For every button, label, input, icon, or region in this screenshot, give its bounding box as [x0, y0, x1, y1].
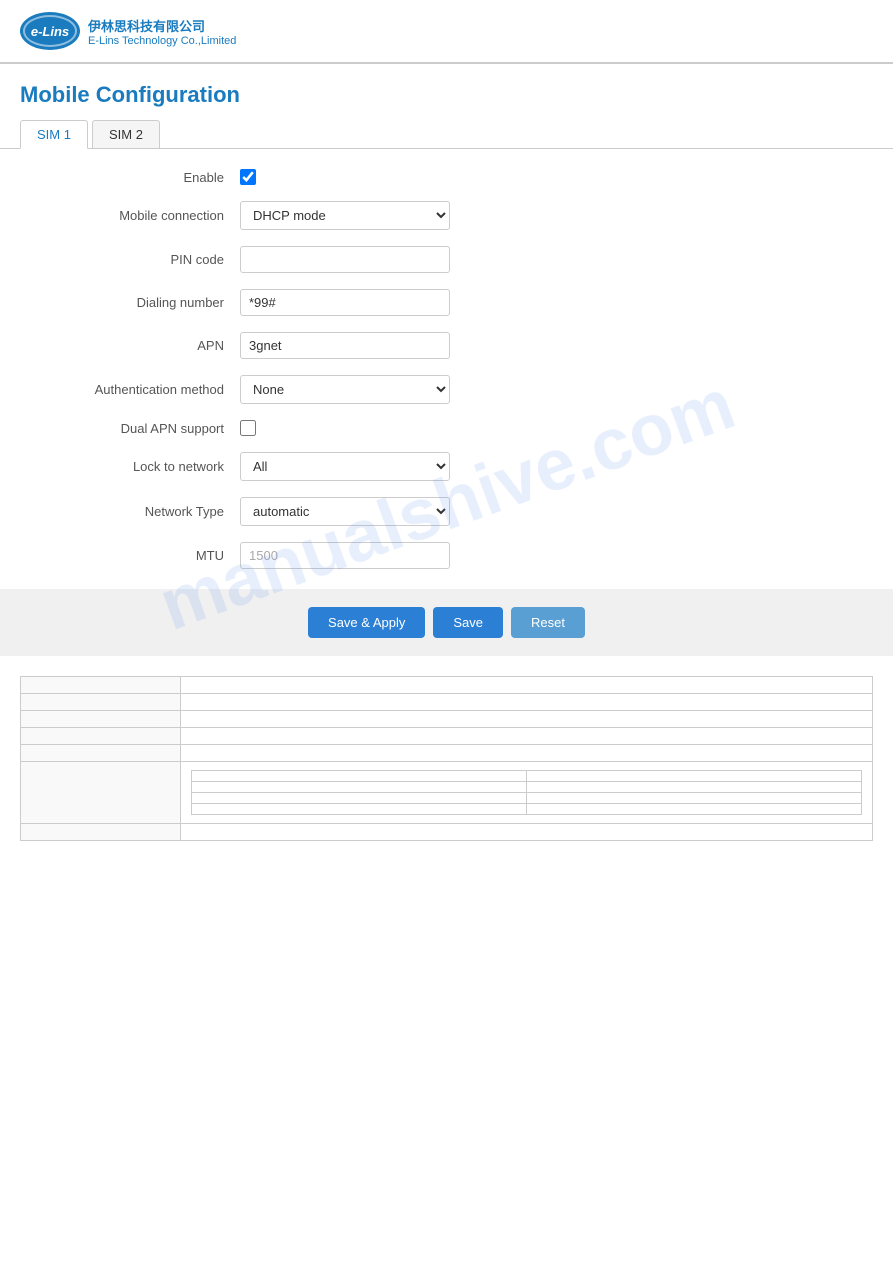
- lock-network-select[interactable]: All 2G 3G 4G: [240, 452, 450, 481]
- table-cell-label: [21, 711, 181, 728]
- enable-checkbox-wrapper: [240, 169, 450, 185]
- table-row: [21, 762, 873, 824]
- table-cell-value: [181, 745, 873, 762]
- table-cell-value: [181, 711, 873, 728]
- nested-cell: [527, 782, 862, 793]
- network-type-select[interactable]: automatic manual: [240, 497, 450, 526]
- form-row-auth: Authentication method None PAP CHAP PAP/…: [20, 375, 873, 404]
- nested-cell: [192, 804, 527, 815]
- table-row: [21, 711, 873, 728]
- pin-code-control: [240, 246, 450, 273]
- network-type-label: Network Type: [20, 504, 240, 519]
- dual-apn-checkbox[interactable]: [240, 420, 256, 436]
- network-type-control: automatic manual: [240, 497, 450, 526]
- action-bar: Save & Apply Save Reset: [0, 589, 893, 656]
- dual-apn-label: Dual APN support: [20, 421, 240, 436]
- mobile-connection-label: Mobile connection: [20, 208, 240, 223]
- auth-method-control: None PAP CHAP PAP/CHAP: [240, 375, 450, 404]
- tab-sim2[interactable]: SIM 2: [92, 120, 160, 148]
- dialing-number-control: [240, 289, 450, 316]
- table-cell-value: [181, 824, 873, 841]
- table-cell-label: [21, 728, 181, 745]
- nested-cell: [527, 771, 862, 782]
- table-cell-value: [181, 762, 873, 824]
- apn-input[interactable]: [240, 332, 450, 359]
- mtu-input[interactable]: [240, 542, 450, 569]
- auth-method-label: Authentication method: [20, 382, 240, 397]
- table-cell-value: [181, 677, 873, 694]
- tabs-container: SIM 1 SIM 2: [0, 120, 893, 149]
- logo: e-Lins 伊林思科技有限公司 E-Lins Technology Co.,L…: [20, 12, 236, 50]
- table-row: [21, 824, 873, 841]
- form-row-mobile-connection: Mobile connection DHCP mode Static mode …: [20, 201, 873, 230]
- company-name: 伊林思科技有限公司 E-Lins Technology Co.,Limited: [88, 16, 236, 47]
- save-button[interactable]: Save: [433, 607, 503, 638]
- form-row-network-type: Network Type automatic manual: [20, 497, 873, 526]
- table-cell-label: [21, 694, 181, 711]
- table-row: [21, 745, 873, 762]
- table-cell-label: [21, 677, 181, 694]
- enable-checkbox[interactable]: [240, 169, 256, 185]
- tab-sim1[interactable]: SIM 1: [20, 120, 88, 149]
- dual-apn-control: [240, 420, 450, 436]
- mobile-connection-select[interactable]: DHCP mode Static mode PPP mode: [240, 201, 450, 230]
- table-cell-label: [21, 762, 181, 824]
- nested-cell: [192, 771, 527, 782]
- nested-table: [191, 770, 862, 815]
- nested-cell: [192, 793, 527, 804]
- nested-table-row: [192, 804, 862, 815]
- header: e-Lins 伊林思科技有限公司 E-Lins Technology Co.,L…: [0, 0, 893, 64]
- dialing-number-label: Dialing number: [20, 295, 240, 310]
- nested-table-row: [192, 782, 862, 793]
- table-cell-label: [21, 824, 181, 841]
- pin-code-input[interactable]: [240, 246, 450, 273]
- lock-network-control: All 2G 3G 4G: [240, 452, 450, 481]
- apn-label: APN: [20, 338, 240, 353]
- nested-table-row: [192, 793, 862, 804]
- dialing-number-input[interactable]: [240, 289, 450, 316]
- logo-icon: e-Lins: [20, 12, 80, 50]
- bottom-table: [20, 676, 873, 841]
- auth-method-select[interactable]: None PAP CHAP PAP/CHAP: [240, 375, 450, 404]
- lock-network-label: Lock to network: [20, 459, 240, 474]
- apn-control: [240, 332, 450, 359]
- enable-label: Enable: [20, 170, 240, 185]
- form-row-lock-network: Lock to network All 2G 3G 4G: [20, 452, 873, 481]
- nested-cell: [527, 793, 862, 804]
- form-row-mtu: MTU: [20, 542, 873, 569]
- form-row-apn: APN: [20, 332, 873, 359]
- company-name-cn: 伊林思科技有限公司: [88, 16, 236, 35]
- nested-cell: [527, 804, 862, 815]
- mtu-label: MTU: [20, 548, 240, 563]
- table-cell-value: [181, 728, 873, 745]
- form-row-pin: PIN code: [20, 246, 873, 273]
- table-cell-label: [21, 745, 181, 762]
- pin-code-label: PIN code: [20, 252, 240, 267]
- form-row-enable: Enable: [20, 169, 873, 185]
- table-row: [21, 677, 873, 694]
- table-cell-value: [181, 694, 873, 711]
- mtu-control: [240, 542, 450, 569]
- reset-button[interactable]: Reset: [511, 607, 585, 638]
- table-row: [21, 694, 873, 711]
- nested-cell: [192, 782, 527, 793]
- form: Enable Mobile connection DHCP mode Stati…: [0, 169, 893, 569]
- nested-table-row: [192, 771, 862, 782]
- page-title: Mobile Configuration: [0, 64, 893, 120]
- form-row-dialing: Dialing number: [20, 289, 873, 316]
- company-name-en: E-Lins Technology Co.,Limited: [88, 35, 236, 47]
- form-row-dual-apn: Dual APN support: [20, 420, 873, 436]
- table-row: [21, 728, 873, 745]
- save-apply-button[interactable]: Save & Apply: [308, 607, 425, 638]
- mobile-connection-control: DHCP mode Static mode PPP mode: [240, 201, 450, 230]
